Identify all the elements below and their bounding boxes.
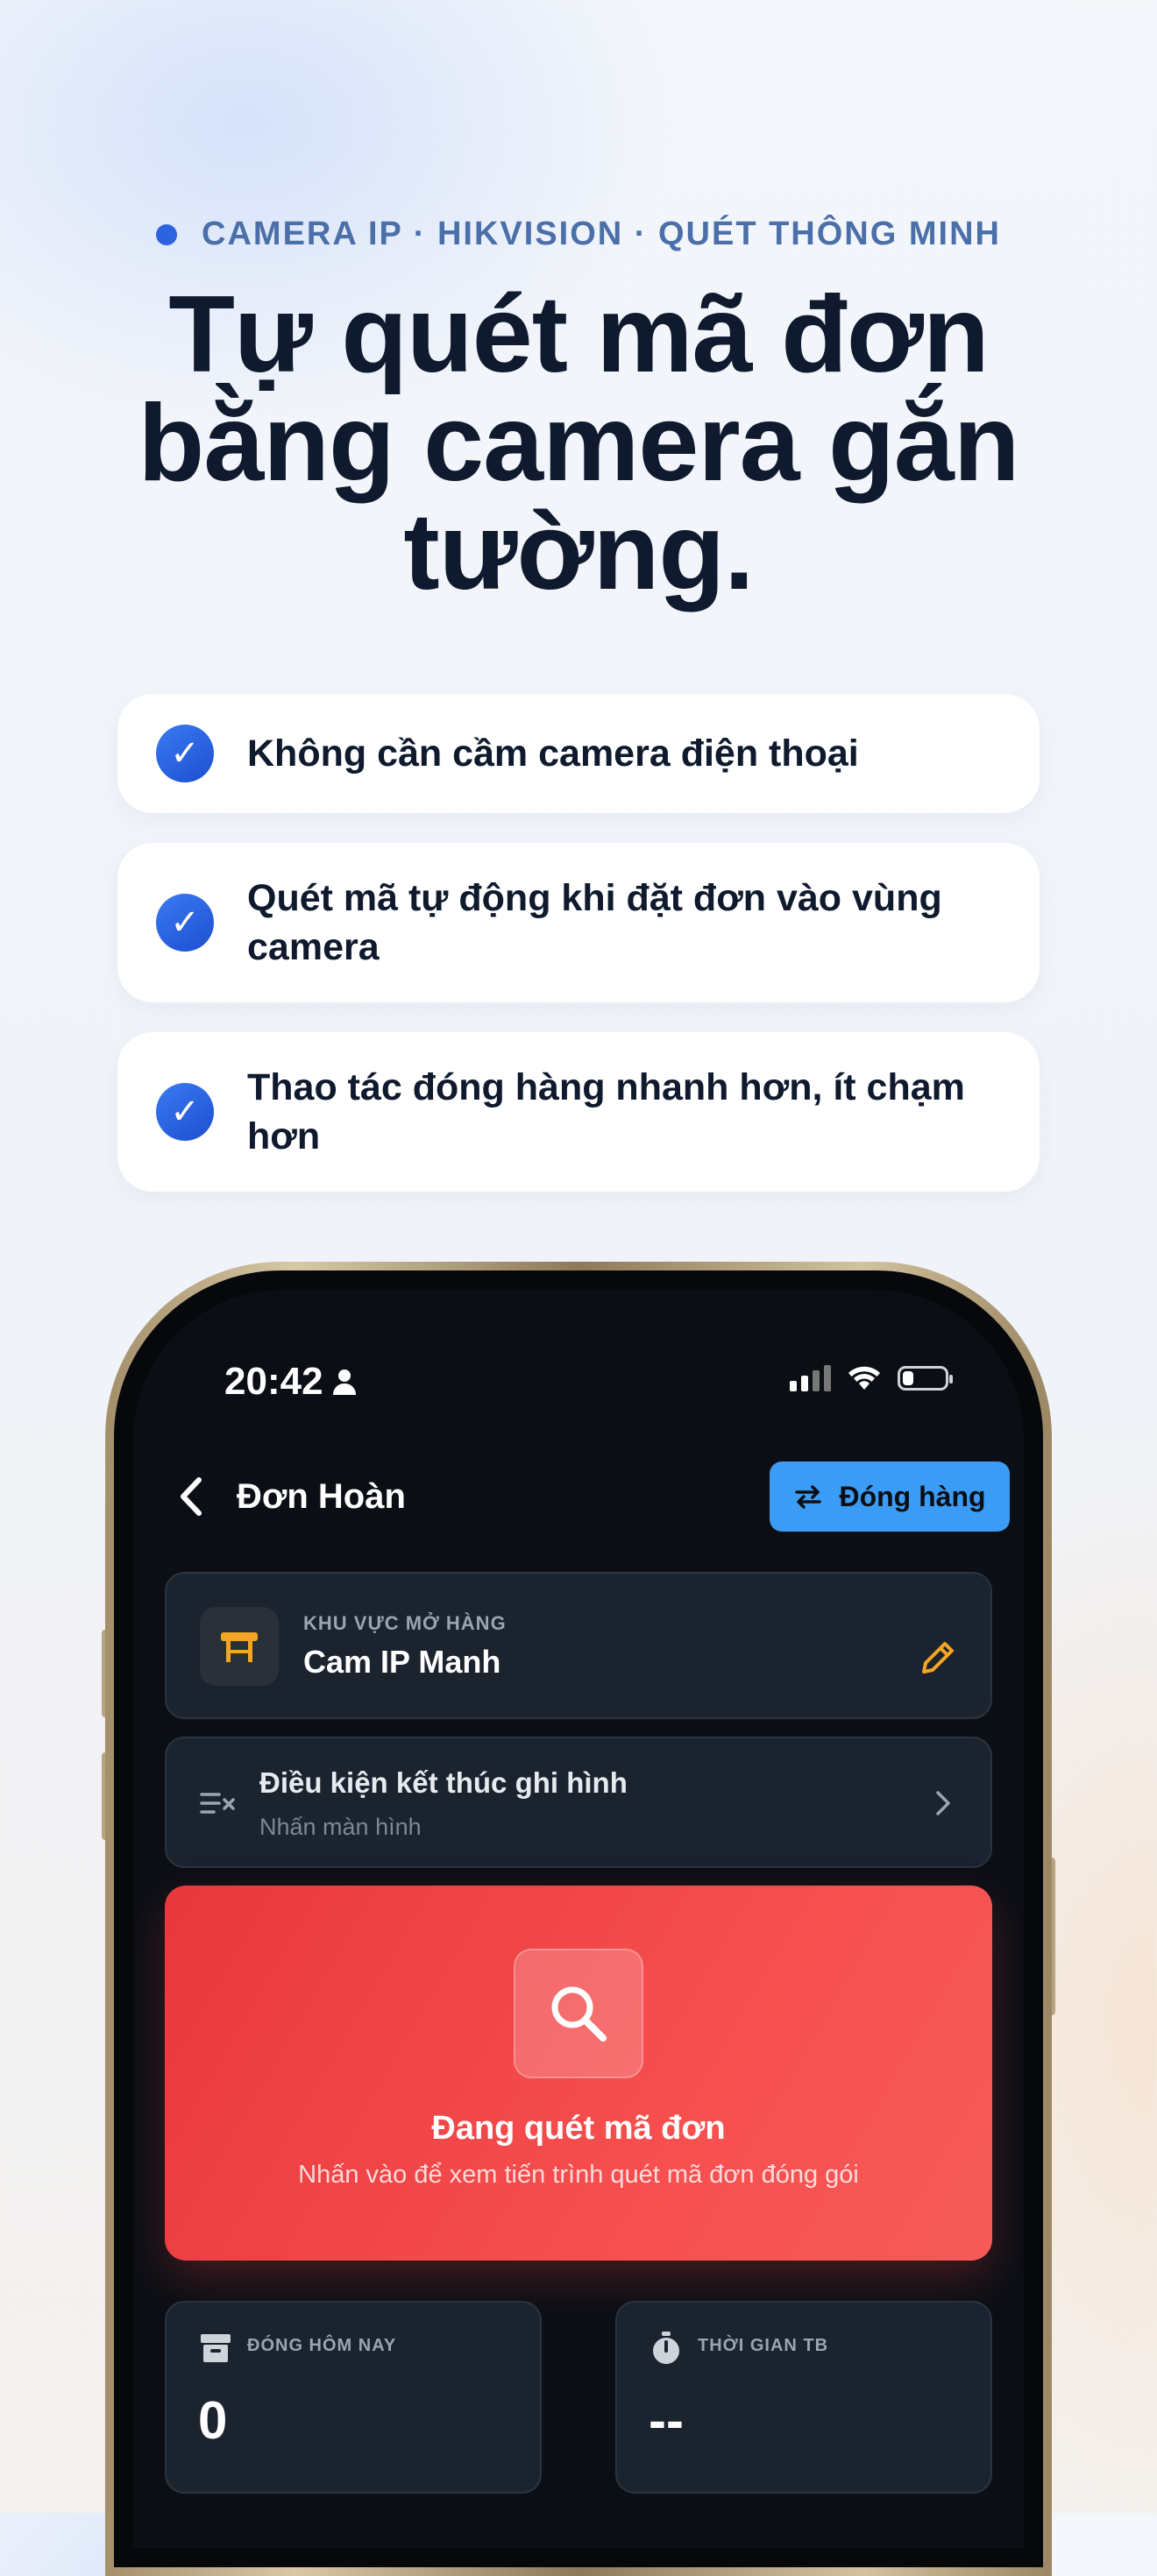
stopwatch-icon: [653, 2332, 679, 2364]
stat-value: --: [649, 2391, 684, 2450]
phone-screen: 20:42 Đơn Hoàn Đóng hàng KHU VỰC MỞ HÀNG…: [133, 1290, 1024, 2548]
search-icon: [514, 1949, 643, 2078]
end-condition-subtitle: Nhấn màn hình: [259, 1814, 422, 1840]
feature-text: Thao tác đóng hàng nhanh hơn, ít chạm hơ…: [247, 1066, 965, 1157]
stat-label: THỜI GIAN TB: [698, 2336, 829, 2355]
pack-button-label: Đóng hàng: [839, 1480, 986, 1512]
stat-label: ĐÓNG HÔM NAY: [247, 2336, 397, 2355]
end-condition-card[interactable]: Điều kiện kết thúc ghi hình Nhấn màn hìn…: [165, 1737, 992, 1868]
feature-text: Quét mã tự động khi đặt đơn vào vùng cam…: [247, 877, 942, 968]
check-icon: ✓: [156, 725, 214, 782]
headline: Tự quét mã đơn bằng camera gắn tường.: [138, 274, 1020, 612]
nav-bar: Đơn Hoàn Đóng hàng: [165, 1461, 1010, 1532]
check-icon: ✓: [156, 894, 214, 952]
area-card[interactable]: KHU VỰC MỞ HÀNG Cam IP Manh: [165, 1572, 992, 1719]
area-label: KHU VỰC MỞ HÀNG: [303, 1612, 507, 1634]
stat-card-packed-today: ĐÓNG HÔM NAY 0: [165, 2301, 542, 2494]
person-icon: [332, 1369, 356, 1395]
eyebrow-dot: [156, 223, 178, 245]
status-bar-icons: [790, 1365, 953, 1391]
edit-icon[interactable]: [919, 1638, 957, 1677]
feature-list: ✓ Không cần cầm camera điện thoại ✓ Quét…: [117, 694, 1040, 1221]
back-button[interactable]: [165, 1470, 217, 1523]
feature-card: ✓ Quét mã tự động khi đặt đơn vào vùng c…: [117, 843, 1040, 1002]
clock: 20:42: [224, 1360, 323, 1403]
swap-icon: [795, 1485, 822, 1509]
phone-mockup: 20:42 Đơn Hoàn Đóng hàng KHU VỰC MỞ HÀNG…: [105, 1262, 1052, 2576]
page-title: Đơn Hoàn: [237, 1476, 406, 1516]
end-condition-title: Điều kiện kết thúc ghi hình: [259, 1766, 628, 1799]
area-value: Cam IP Manh: [303, 1644, 501, 1680]
battery-icon: [898, 1366, 953, 1391]
chevron-right-icon: [936, 1791, 950, 1815]
phone-bezel: 20:42 Đơn Hoàn Đóng hàng KHU VỰC MỞ HÀNG…: [114, 1270, 1043, 2567]
stat-value: 0: [198, 2391, 228, 2450]
chevron-left-icon: [181, 1477, 202, 1516]
scan-title: Đang quét mã đơn: [431, 2110, 726, 2147]
feature-text: Không cần cầm camera điện thoại: [247, 732, 859, 775]
eyebrow: CAMERA IP · HIKVISION · QUÉT THÔNG MINH: [0, 216, 1157, 253]
eyebrow-text: CAMERA IP · HIKVISION · QUÉT THÔNG MINH: [202, 216, 1001, 252]
signal-icon: [790, 1365, 831, 1391]
pack-button[interactable]: Đóng hàng: [770, 1461, 1010, 1532]
list-clear-icon: [200, 1793, 235, 1814]
scan-status-card[interactable]: Đang quét mã đơn Nhấn vào để xem tiến tr…: [165, 1886, 992, 2261]
archive-icon: [201, 2334, 231, 2362]
feature-card: ✓ Không cần cầm camera điện thoại: [117, 694, 1040, 813]
scan-subtitle: Nhấn vào để xem tiến trình quét mã đơn đ…: [298, 2161, 859, 2189]
check-icon: ✓: [156, 1083, 214, 1141]
table-icon: [200, 1607, 279, 1686]
stat-card-avg-time: THỜI GIAN TB --: [615, 2301, 992, 2494]
wifi-icon: [848, 1366, 880, 1390]
feature-card: ✓ Thao tác đóng hàng nhanh hơn, ít chạm …: [117, 1032, 1040, 1192]
status-bar-time: 20:42: [224, 1360, 357, 1404]
